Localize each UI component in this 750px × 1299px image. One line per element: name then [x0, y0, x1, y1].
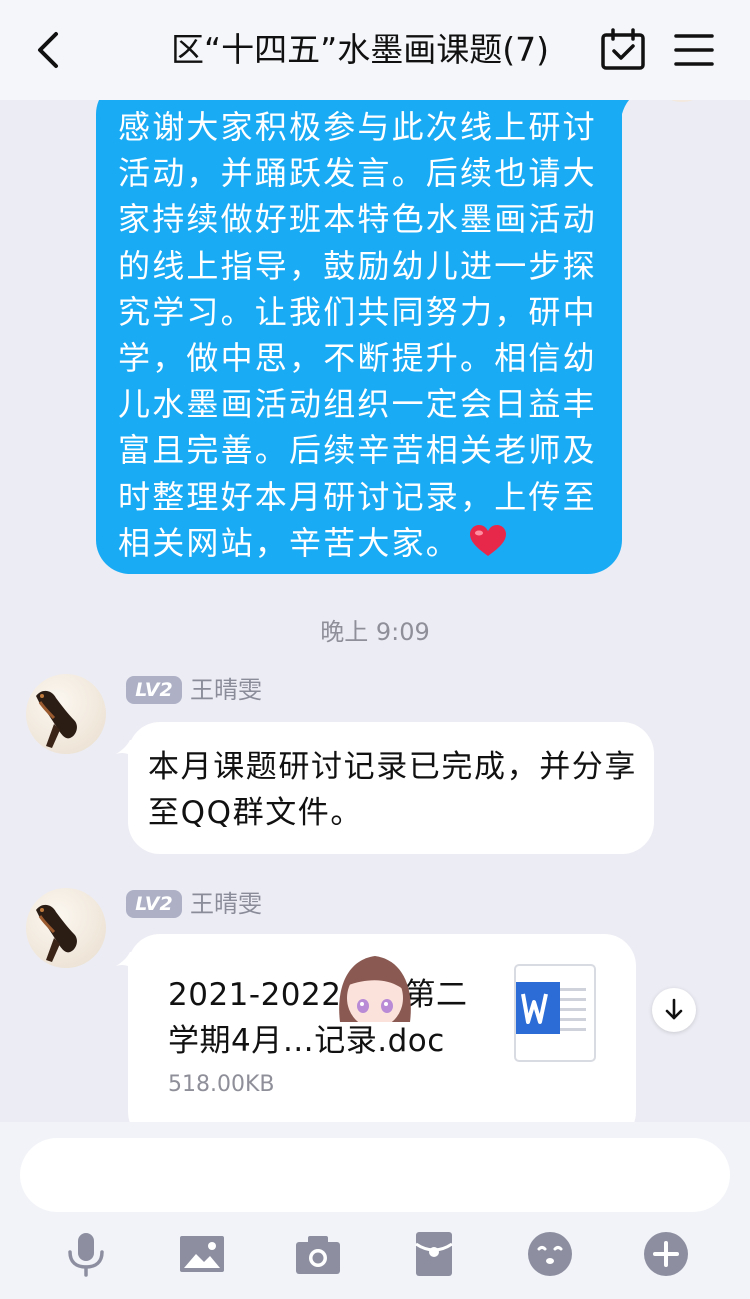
avatar[interactable]: [26, 888, 106, 968]
input-bar: [0, 1122, 750, 1299]
message-text: 感谢大家积极参与此次线上研讨活动，并踊跃发言。后续也请大家持续做好班本特色水墨画…: [118, 108, 597, 562]
message-timestamp: 晚上 9:09: [320, 618, 430, 646]
sender-name[interactable]: 王晴雯: [190, 889, 262, 919]
red-packet-icon[interactable]: [410, 1230, 458, 1278]
hamburger-menu-icon: [674, 34, 714, 66]
chat-header: 区“十四五”水墨画课题(7): [0, 0, 750, 100]
chevron-left-icon: [38, 32, 58, 68]
avatar[interactable]: [26, 674, 106, 754]
emoji-icon[interactable]: [526, 1230, 574, 1278]
self-avatar[interactable]: [650, 100, 714, 102]
camera-icon[interactable]: [294, 1230, 342, 1278]
plus-icon[interactable]: [642, 1230, 690, 1278]
calendar-button[interactable]: [600, 28, 646, 72]
heart-icon: [470, 524, 507, 556]
dog-avatar-icon: [36, 690, 77, 748]
calendar-check-icon: [601, 28, 645, 70]
level-badge: LV2: [126, 890, 182, 918]
scroll-to-bottom-button[interactable]: [652, 988, 696, 1032]
dog-avatar-icon: [36, 904, 77, 962]
arrow-down-icon: [665, 998, 683, 1020]
image-icon[interactable]: [178, 1230, 226, 1278]
mascot-character-icon[interactable]: [332, 950, 418, 1022]
back-button[interactable]: [26, 22, 70, 78]
text-message-bubble[interactable]: 本月课题研讨记录已完成，并分享至QQ群文件。: [128, 722, 654, 854]
level-badge: LV2: [126, 676, 182, 704]
self-message-bubble[interactable]: 感谢大家积极参与此次线上研讨活动，并踊跃发言。后续也请大家持续做好班本特色水墨画…: [96, 100, 622, 574]
chat-title: 区“十四五”水墨画课题(7): [171, 30, 549, 69]
word-document-icon: [514, 964, 596, 1062]
file-size: 518.00KB: [168, 1072, 275, 1097]
microphone-icon[interactable]: [62, 1230, 110, 1278]
message-input[interactable]: [20, 1138, 730, 1212]
sender-name[interactable]: 王晴雯: [190, 675, 262, 705]
menu-button[interactable]: [672, 30, 716, 70]
message-text: 本月课题研讨记录已完成，并分享至QQ群文件。: [148, 749, 637, 831]
